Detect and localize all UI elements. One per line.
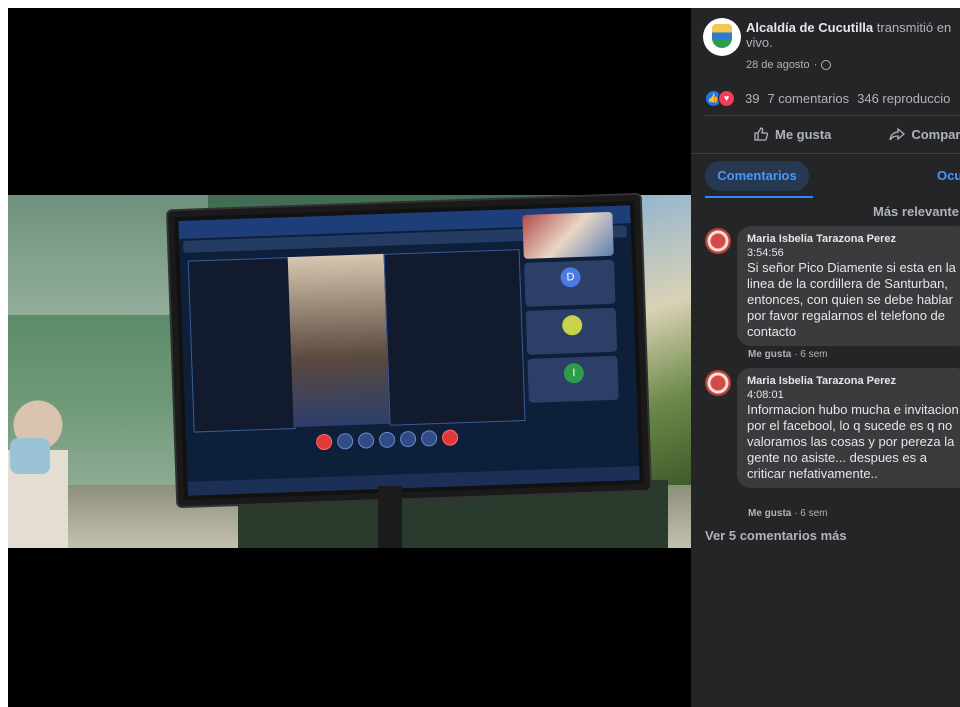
comments-count[interactable]: 7 comentarios <box>767 91 849 106</box>
views-count: 346 reproduccio <box>857 91 951 106</box>
comment-bubble: Maria Isbelia Tarazona Perez 4:08:01 Inf… <box>737 368 960 488</box>
comment-like-button[interactable]: Me gusta <box>748 349 791 360</box>
commenter-avatar[interactable] <box>705 228 731 254</box>
like-button[interactable]: Me gusta <box>753 126 831 142</box>
video-call-window: D I <box>178 205 640 496</box>
comment-age: · 6 sem <box>794 508 828 519</box>
reaction-icon <box>378 431 396 449</box>
page-avatar[interactable] <box>703 18 741 56</box>
page-name-link[interactable]: Alcaldía de Cucutilla <box>746 20 873 35</box>
coat-of-arms-icon <box>712 24 732 48</box>
chat-icon <box>399 430 417 448</box>
share-arrow-icon <box>889 127 906 141</box>
post-title: Alcaldía de Cucutilla transmitió en vivo… <box>746 20 956 50</box>
participant-avatar: D <box>560 266 581 288</box>
comment-age: · 6 sem <box>794 349 828 360</box>
meta-separator: · <box>813 59 818 71</box>
comment-sort-dropdown[interactable]: Más relevante <box>873 204 959 219</box>
participant-avatar <box>561 314 583 336</box>
windows-taskbar <box>187 466 640 496</box>
comment-author[interactable]: Maria Isbelia Tarazona Perez <box>747 232 959 246</box>
participant-sidebar: D I <box>522 208 623 407</box>
share-button-label: Compar <box>911 126 960 142</box>
participant-tile-d: D <box>524 259 616 307</box>
divider <box>691 153 960 154</box>
camera-icon <box>336 433 354 450</box>
globe-icon <box>821 60 832 70</box>
comment-timestamp[interactable]: 4:08:01 <box>747 388 959 402</box>
comment-footer: Me gusta · 6 sem <box>748 349 827 360</box>
call-participant-tile-empty <box>187 257 296 433</box>
love-reaction-icon: ♥ <box>718 90 735 107</box>
comment-like-button[interactable]: Me gusta <box>748 508 791 519</box>
post-meta: 28 de agosto · <box>746 59 832 71</box>
mute-icon <box>315 433 333 451</box>
post-side-panel: Alcaldía de Cucutilla transmitió en vivo… <box>691 8 960 707</box>
reactions-count[interactable]: 39 <box>745 91 759 106</box>
hang-up-icon <box>441 429 459 446</box>
comment-bubble: Maria Isbelia Tarazona Perez 3:54:56 Si … <box>737 226 960 346</box>
tv-screen-video-call: D I <box>167 194 651 507</box>
participant-avatar: I <box>563 362 585 384</box>
comment-timestamp[interactable]: 3:54:56 <box>747 246 959 260</box>
tab-other[interactable]: Ocu <box>937 168 960 183</box>
more-icon <box>420 430 438 447</box>
engagement-stats: 👍 ♥ 39 7 comentarios 346 reproduccio <box>705 90 960 107</box>
post-action-text: transmitió <box>876 20 934 35</box>
share-button[interactable]: Compar <box>889 126 960 142</box>
share-screen-icon <box>357 432 375 449</box>
reactions-summary[interactable]: 👍 ♥ <box>705 90 735 107</box>
participant-tile-more: I <box>527 355 619 403</box>
comment-author[interactable]: Maria Isbelia Tarazona Perez <box>747 374 959 388</box>
post-actions: Me gusta Compar <box>705 116 960 152</box>
live-video-player[interactable]: D I <box>8 8 691 707</box>
post-header: Alcaldía de Cucutilla transmitió en vivo… <box>703 16 960 76</box>
thumbs-up-icon <box>754 127 769 141</box>
participant-tile-group <box>522 211 614 259</box>
panel-tabs: Comentarios Ocu <box>691 158 960 200</box>
tv-stand <box>378 486 402 548</box>
comment-text: Informacion hubo mucha e invitacion por … <box>747 402 959 481</box>
comment-text: Si señor Pico Diamente si esta en la lin… <box>747 260 956 339</box>
commenter-avatar[interactable] <box>705 370 731 396</box>
like-button-label: Me gusta <box>775 126 832 142</box>
call-participant-tile-empty <box>383 249 526 426</box>
call-speaker-tile <box>287 253 390 428</box>
tab-comentarios[interactable]: Comentarios <box>705 161 809 191</box>
view-more-comments-link[interactable]: Ver 5 comentarios más <box>705 528 847 543</box>
face-mask <box>10 438 50 474</box>
participant-tile-fernando <box>525 307 618 355</box>
post-date[interactable]: 28 de agosto <box>746 59 810 71</box>
comment-footer: Me gusta · 6 sem <box>748 508 827 519</box>
call-controls <box>315 429 459 451</box>
active-tab-indicator <box>705 196 813 198</box>
